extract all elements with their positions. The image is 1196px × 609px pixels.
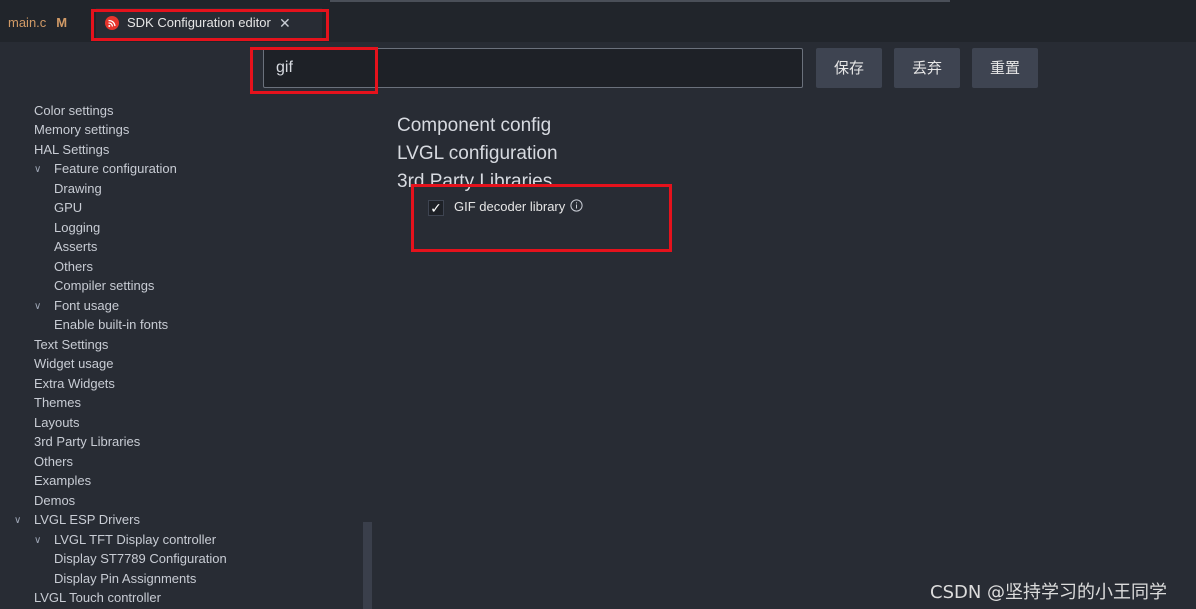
sidebar-item-layouts[interactable]: Layouts: [34, 415, 80, 430]
section-component-config: Component config: [397, 115, 552, 136]
gif-decoder-label: GIF decoder library: [454, 199, 566, 214]
modified-badge: M: [56, 15, 68, 30]
highlight-box-option: [411, 184, 672, 252]
section-lvgl-configuration: LVGL configuration: [397, 143, 558, 164]
save-button[interactable]: 保存: [816, 48, 882, 88]
sidebar-item-extra-widgets[interactable]: Extra Widgets: [34, 376, 115, 391]
gif-decoder-checkbox[interactable]: ✓: [428, 200, 444, 216]
sidebar-item-widget-usage[interactable]: Widget usage: [34, 356, 114, 371]
sidebar-item-themes[interactable]: Themes: [34, 395, 81, 410]
tab-bar-top-line: [330, 0, 950, 2]
sidebar-item-3rd-party-libraries[interactable]: 3rd Party Libraries: [34, 434, 140, 449]
sidebar-item-text-settings[interactable]: Text Settings: [34, 337, 108, 352]
sidebar-item-enable-built-in-fonts[interactable]: Enable built-in fonts: [54, 317, 168, 332]
sidebar-item-hal-settings[interactable]: HAL Settings: [34, 142, 109, 157]
tab-main-c-label: main.c: [8, 15, 47, 30]
chevron-down-icon[interactable]: ∨: [34, 535, 41, 546]
sidebar-item-gpu[interactable]: GPU: [54, 200, 82, 215]
search-input[interactable]: [263, 48, 803, 88]
sidebar-item-lvgl-tft-display-controller[interactable]: LVGL TFT Display controller: [54, 532, 216, 547]
sidebar-item-others[interactable]: Others: [54, 259, 93, 274]
sidebar-item-feature-configuration[interactable]: Feature configuration: [54, 161, 177, 176]
section-3rd-party-libraries: 3rd Party Libraries: [397, 171, 553, 192]
sidebar-item-lvgl-touch-controller[interactable]: LVGL Touch controller: [34, 590, 161, 605]
sidebar-item-lvgl-esp-drivers[interactable]: LVGL ESP Drivers: [34, 512, 140, 527]
sidebar-item-color-settings[interactable]: Color settings: [34, 103, 113, 118]
discard-button[interactable]: 丢弃: [894, 48, 960, 88]
sidebar-item-asserts[interactable]: Asserts: [54, 239, 97, 254]
reset-button[interactable]: 重置: [972, 48, 1038, 88]
sidebar-item-demos[interactable]: Demos: [34, 493, 75, 508]
sidebar-item-memory-settings[interactable]: Memory settings: [34, 122, 129, 137]
sidebar-item-examples[interactable]: Examples: [34, 473, 91, 488]
sidebar-item-logging[interactable]: Logging: [54, 220, 100, 235]
sidebar-item-font-usage[interactable]: Font usage: [54, 298, 119, 313]
chevron-down-icon[interactable]: ∨: [34, 164, 41, 175]
watermark: CSDN @坚持学习的小王同学: [930, 582, 1168, 603]
sidebar-item-others-2[interactable]: Others: [34, 454, 73, 469]
sidebar-item-drawing[interactable]: Drawing: [54, 181, 102, 196]
tab-sdk-config-editor[interactable]: SDK Configuration editor ✕: [96, 8, 322, 38]
tab-bar: main.c M SDK Configuration editor ✕: [0, 0, 1196, 42]
sidebar-item-display-pin-assignments[interactable]: Display Pin Assignments: [54, 571, 196, 586]
espressif-logo-icon: [105, 16, 119, 30]
tab-main-c[interactable]: main.c M: [0, 8, 67, 38]
info-icon[interactable]: [570, 199, 583, 212]
chevron-down-icon[interactable]: ∨: [34, 301, 41, 312]
sidebar-item-compiler-settings[interactable]: Compiler settings: [54, 278, 154, 293]
tab-title: SDK Configuration editor: [127, 15, 271, 30]
sidebar-item-display-st7789-configuration[interactable]: Display ST7789 Configuration: [54, 551, 227, 566]
close-icon[interactable]: ✕: [279, 8, 291, 38]
chevron-down-icon[interactable]: ∨: [14, 515, 21, 526]
sidebar-scrollbar[interactable]: [363, 522, 372, 609]
